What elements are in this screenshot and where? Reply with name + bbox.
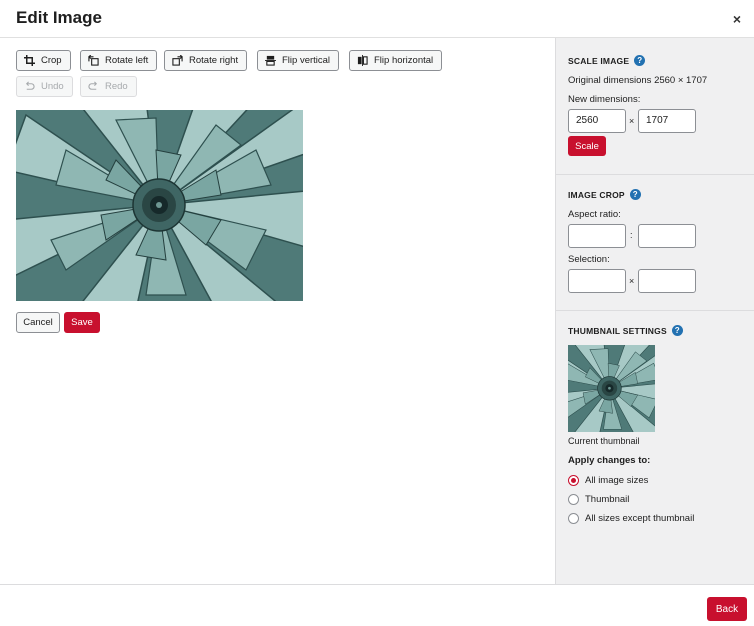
- redo-icon: [88, 81, 98, 90]
- radio-all-sizes-except-thumbnail[interactable]: All sizes except thumbnail: [568, 513, 694, 524]
- aspect-ratio-width-input[interactable]: [568, 224, 626, 248]
- help-icon[interactable]: ?: [634, 55, 646, 66]
- help-icon[interactable]: ?: [629, 189, 641, 200]
- flip-vertical-label: Flip vertical: [282, 55, 331, 66]
- undo-button[interactable]: Undo: [16, 76, 73, 97]
- redo-button[interactable]: Redo: [80, 76, 137, 97]
- divider: [556, 174, 754, 175]
- selection-width-input[interactable]: [568, 269, 626, 293]
- scale-image-title: Scale Image: [568, 55, 630, 66]
- modal-title: Edit Image: [16, 8, 102, 27]
- scale-image-heading: Scale Image ?: [568, 55, 646, 66]
- flip-vertical-icon: [265, 55, 276, 66]
- cancel-button[interactable]: Cancel: [16, 312, 60, 333]
- close-icon: ×: [732, 11, 742, 27]
- aspect-ratio-height-input[interactable]: [638, 224, 696, 248]
- undo-icon: [25, 81, 35, 90]
- thumbnail-settings-heading: Thumbnail Settings ?: [568, 325, 683, 336]
- help-icon[interactable]: ?: [671, 325, 683, 336]
- scale-separator: ×: [629, 116, 635, 126]
- aspect-ratio-separator: :: [630, 230, 633, 240]
- apply-changes-label: Apply changes to:: [568, 455, 651, 466]
- rotate-left-label: Rotate left: [105, 55, 149, 66]
- radio-label: All sizes except thumbnail: [585, 513, 695, 524]
- current-thumbnail-image: [568, 345, 655, 432]
- radio-button[interactable]: [568, 494, 579, 505]
- rotate-right-button[interactable]: Rotate right: [164, 50, 248, 71]
- crop-icon: [24, 55, 35, 66]
- image-preview[interactable]: [16, 110, 303, 301]
- flip-horizontal-label: Flip horizontal: [374, 55, 434, 66]
- back-button[interactable]: Back: [707, 597, 747, 621]
- crop-button[interactable]: Crop: [16, 50, 71, 71]
- close-button[interactable]: ×: [728, 10, 746, 28]
- agave-photo: [16, 110, 303, 301]
- radio-button[interactable]: [568, 475, 579, 486]
- radio-thumbnail[interactable]: Thumbnail: [568, 494, 629, 505]
- rotate-left-button[interactable]: Rotate left: [80, 50, 158, 71]
- original-dimensions: Original dimensions 2560 × 1707: [568, 75, 708, 86]
- selection-height-input[interactable]: [638, 269, 696, 293]
- aspect-ratio-label: Aspect ratio:: [568, 209, 621, 220]
- undo-label: Undo: [41, 81, 64, 92]
- crop-label: Crop: [41, 55, 62, 66]
- selection-label: Selection:: [568, 254, 610, 265]
- radio-label: Thumbnail: [585, 494, 630, 505]
- agave-thumbnail: [568, 345, 655, 432]
- new-dimensions-label: New dimensions:: [568, 94, 641, 105]
- radio-button[interactable]: [568, 513, 579, 524]
- save-button[interactable]: Save: [64, 312, 100, 333]
- redo-label: Redo: [105, 81, 128, 92]
- selection-separator: ×: [629, 276, 635, 286]
- divider: [556, 310, 754, 311]
- radio-label: All image sizes: [585, 475, 649, 486]
- rotate-right-icon: [172, 55, 183, 66]
- flip-vertical-button[interactable]: Flip vertical: [257, 50, 340, 71]
- scale-height-input[interactable]: 1707: [638, 109, 696, 133]
- flip-horizontal-icon: [357, 55, 368, 66]
- current-thumbnail-caption: Current thumbnail: [568, 436, 640, 446]
- image-settings-sidebar: Scale Image ? Original dimensions 2560 ×…: [555, 38, 754, 584]
- image-crop-title: Image Crop: [568, 189, 625, 200]
- scale-button[interactable]: Scale: [568, 136, 606, 156]
- scale-width-input[interactable]: 2560: [568, 109, 626, 133]
- image-editor: Crop Rotate left Rotate right Flip verti…: [0, 38, 555, 584]
- thumbnail-settings-title: Thumbnail Settings: [568, 325, 667, 336]
- rotate-right-label: Rotate right: [189, 55, 239, 66]
- rotate-left-icon: [88, 55, 99, 66]
- modal-footer: Back: [0, 584, 754, 626]
- flip-horizontal-button[interactable]: Flip horizontal: [349, 50, 443, 71]
- modal-header: Edit Image ×: [0, 0, 754, 38]
- image-crop-heading: Image Crop ?: [568, 189, 641, 200]
- radio-all-image-sizes[interactable]: All image sizes: [568, 475, 648, 486]
